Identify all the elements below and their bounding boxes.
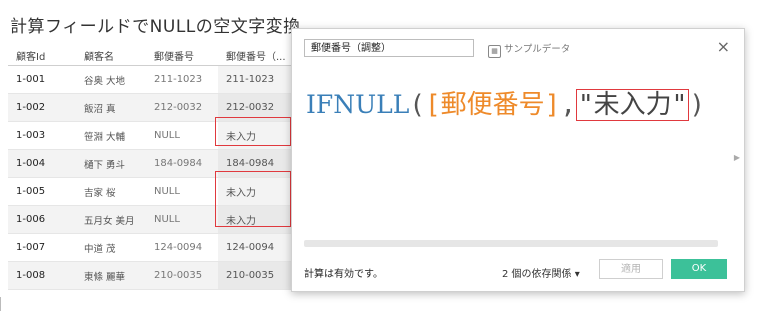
adjusted-postal-code-cell: 未入力	[218, 177, 298, 206]
customer-name-cell: 東條 麗華	[76, 261, 146, 290]
header-postal-code[interactable]: 郵便番号	[146, 45, 218, 66]
customer-name-cell: 吉家 桜	[76, 177, 146, 206]
table-row: 1-002 飯沼 真 212-0032 212-0032	[8, 93, 298, 122]
calculation-name-field[interactable]: 郵便番号（調整）	[304, 39, 474, 57]
customer-id-cell: 1-001	[8, 65, 76, 94]
customer-name-cell: 樋下 勇斗	[76, 149, 146, 178]
customer-name-cell: 谷奥 大地	[76, 65, 146, 94]
customer-id-cell: 1-005	[8, 177, 76, 206]
customer-name-cell: 中道 茂	[76, 233, 146, 262]
dependencies-dropdown[interactable]: 2 個の依存関係 ▾	[502, 265, 580, 280]
postal-code-cell: NULL	[146, 205, 218, 234]
table-row: 1-006 五月女 美月 NULL 未入力	[8, 205, 298, 234]
customer-name-cell: 五月女 美月	[76, 205, 146, 234]
sample-data-link[interactable]: ▦ サンプルデータ	[488, 41, 570, 58]
postal-code-cell: NULL	[146, 177, 218, 206]
postal-code-cell: 210-0035	[146, 261, 218, 290]
formula-field: [郵便番号]	[425, 90, 561, 120]
customer-id-cell: 1-004	[8, 149, 76, 178]
customer-name-cell: 飯沼 真	[76, 93, 146, 122]
customer-id-cell: 1-003	[8, 121, 76, 150]
adjusted-postal-code-cell: 184-0984	[218, 149, 298, 178]
adjusted-postal-code-cell: 210-0035	[218, 261, 298, 290]
formula-close-paren: )	[689, 90, 705, 120]
customer-id-cell: 1-007	[8, 233, 76, 262]
formula-comma: ,	[560, 90, 576, 120]
adjusted-postal-code-cell: 212-0032	[218, 93, 298, 122]
page-title: 計算フィールドでNULLの空文字変換	[10, 17, 301, 37]
table-row: 1-001 谷奥 大地 211-1023 211-1023	[8, 65, 298, 94]
postal-code-cell: 212-0032	[146, 93, 218, 122]
table-row: 1-003 笹淵 大輔 NULL 未入力	[8, 121, 298, 150]
formula-editor[interactable]: IFNULL([郵便番号],"未入力")	[306, 84, 705, 121]
customer-id-cell: 1-008	[8, 261, 76, 290]
table-row: 1-008 東條 麗華 210-0035 210-0035	[8, 261, 298, 290]
expand-panel-icon[interactable]: ▶	[734, 153, 740, 162]
horizontal-scrollbar[interactable]	[304, 240, 718, 247]
adjusted-postal-code-cell: 未入力	[218, 205, 298, 234]
postal-code-cell: 184-0984	[146, 149, 218, 178]
customer-name-cell: 笹淵 大輔	[76, 121, 146, 150]
customer-id-cell: 1-002	[8, 93, 76, 122]
postal-code-cell: NULL	[146, 121, 218, 150]
calculation-editor-dialog: 郵便番号（調整） ▦ サンプルデータ × IFNULL([郵便番号],"未入力")…	[291, 28, 745, 292]
formula-function: IFNULL	[306, 90, 410, 119]
formula-open-paren: (	[409, 90, 426, 120]
close-icon[interactable]: ×	[717, 37, 730, 56]
adjusted-postal-code-cell: 未入力	[218, 121, 298, 150]
header-postal-code-adjusted[interactable]: 郵便番号（...	[218, 45, 298, 66]
table-row: 1-004 樋下 勇斗 184-0984 184-0984	[8, 149, 298, 178]
postal-code-cell: 211-1023	[146, 65, 218, 94]
adjusted-postal-code-cell: 211-1023	[218, 65, 298, 94]
apply-button[interactable]: 適用	[599, 259, 663, 279]
formula-string-literal: "未入力"	[576, 89, 690, 121]
table-row: 1-005 吉家 桜 NULL 未入力	[8, 177, 298, 206]
header-customer-id[interactable]: 顧客Id	[8, 45, 76, 66]
sample-data-icon: ▦	[488, 45, 501, 58]
validation-status: 計算は有効です。	[304, 269, 383, 280]
sample-data-label: サンプルデータ	[504, 44, 571, 55]
adjusted-postal-code-cell: 124-0094	[218, 233, 298, 262]
table-row: 1-007 中道 茂 124-0094 124-0094	[8, 233, 298, 262]
customer-id-cell: 1-006	[8, 205, 76, 234]
postal-code-cell: 124-0094	[146, 233, 218, 262]
header-customer-name[interactable]: 顧客名	[76, 45, 146, 66]
ok-button[interactable]: OK	[671, 259, 727, 279]
data-table: 顧客Id 顧客名 郵便番号 郵便番号（... 1-001 谷奥 大地 211-1…	[8, 45, 298, 290]
divider	[0, 297, 1, 311]
